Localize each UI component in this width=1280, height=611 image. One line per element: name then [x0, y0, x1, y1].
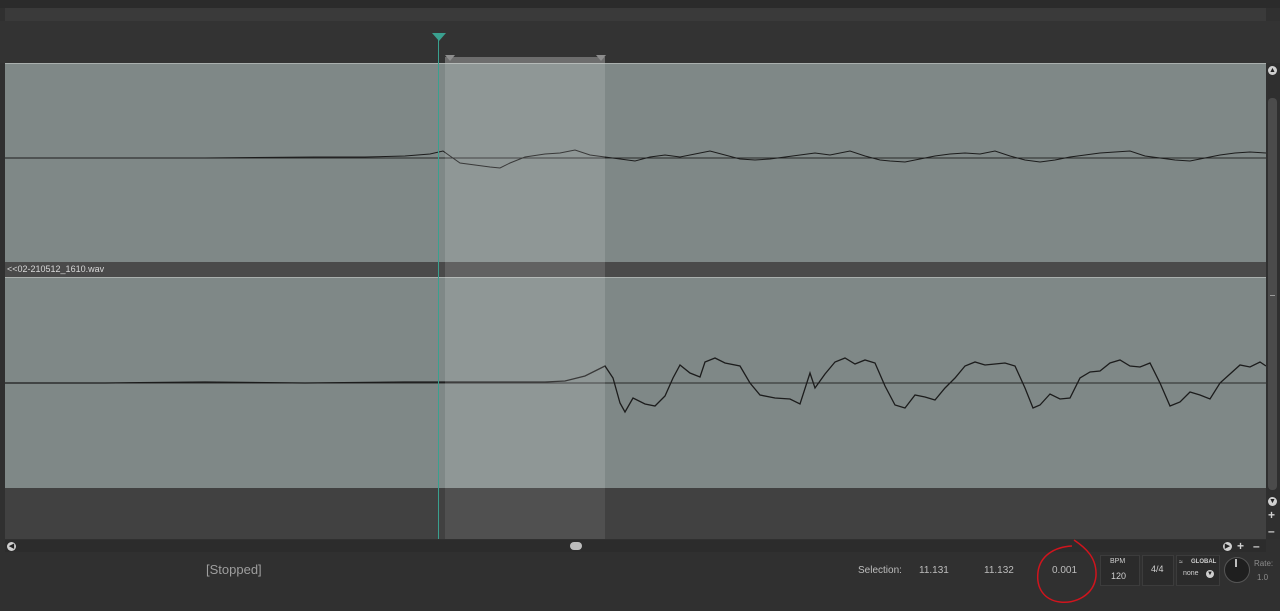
bpm-label: BPM — [1110, 558, 1126, 565]
bpm-value: 120 — [1111, 571, 1127, 581]
scroll-left-icon[interactable]: ◀ — [7, 542, 16, 551]
time-selection-bar[interactable] — [445, 57, 605, 63]
timeline-ruler[interactable] — [0, 21, 1280, 63]
rate-label: Rate: — [1254, 559, 1274, 568]
scroll-down-icon[interactable]: ▼ — [1268, 497, 1277, 506]
rate-value: 1.0 — [1257, 573, 1269, 582]
horizontal-zoom-out-icon[interactable]: – — [1253, 540, 1260, 552]
time-selection-region[interactable] — [445, 63, 605, 539]
chevron-down-icon[interactable]: ▼ — [1206, 570, 1214, 578]
time-signature-value: 4/4 — [1151, 564, 1164, 574]
transport-status: [Stopped] — [206, 562, 262, 577]
rate-knob-indicator — [1235, 559, 1237, 567]
playrate-mode-value: none — [1183, 570, 1199, 577]
media-item-name: <<02-210512_1610.wav — [7, 264, 105, 274]
horizontal-zoom-in-icon[interactable]: + — [1237, 540, 1244, 552]
top-strip — [0, 0, 1280, 8]
selection-end-handle[interactable] — [596, 55, 606, 61]
waveform-channel-right[interactable] — [5, 277, 1266, 489]
playhead-cursor[interactable] — [438, 40, 439, 539]
selection-start-handle[interactable] — [445, 55, 455, 61]
waveform-right — [5, 357, 1266, 414]
waveform-trace — [5, 357, 1266, 414]
waveform-channel-left[interactable] — [5, 63, 1266, 263]
selection-start-field[interactable]: 11.131 — [919, 565, 949, 576]
selection-label: Selection: — [858, 565, 902, 576]
selection-end-field[interactable]: 11.132 — [984, 565, 1014, 576]
playrate-mode-label: GLOBAL — [1191, 559, 1217, 565]
time-selection-lane-shade — [445, 488, 605, 539]
scroll-divider-mark — [1270, 295, 1275, 296]
vertical-zoom-out-icon[interactable]: – — [1268, 525, 1275, 537]
item-label-bar[interactable] — [5, 262, 1266, 277]
vertical-zoom-in-icon[interactable]: + — [1268, 509, 1275, 521]
horizontal-scroll-thumb[interactable] — [570, 542, 582, 550]
waveform-left — [5, 149, 1266, 169]
red-circle-annotation — [1036, 539, 1097, 604]
empty-track-area[interactable] — [5, 488, 1266, 539]
envelope-icon: ≈ — [1179, 559, 1183, 566]
waveform-trace — [5, 149, 1266, 169]
scroll-up-icon[interactable]: ▲ — [1268, 66, 1277, 75]
toolbar-strip — [5, 8, 1266, 21]
vertical-scroll-thumb[interactable] — [1268, 98, 1277, 490]
playhead-marker-icon[interactable] — [432, 33, 446, 41]
rate-knob[interactable] — [1224, 557, 1250, 583]
scroll-right-icon[interactable]: ▶ — [1223, 542, 1232, 551]
